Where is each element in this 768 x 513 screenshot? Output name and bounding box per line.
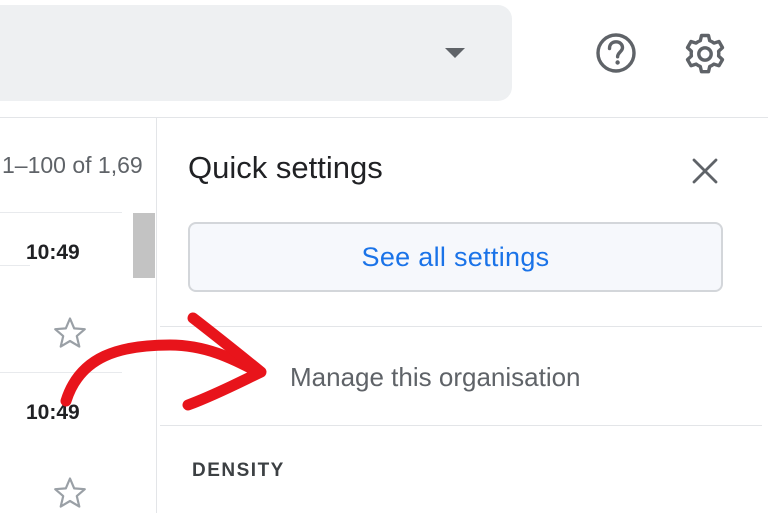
star-icon[interactable] <box>53 476 87 510</box>
star-icon[interactable] <box>53 316 87 350</box>
close-icon[interactable] <box>690 156 720 186</box>
gear-icon[interactable] <box>681 30 729 78</box>
row-divider <box>0 372 122 373</box>
gmail-quick-settings-screen: 1–100 of 1,69 10:49 10:49 Quick settings… <box>0 0 768 513</box>
panel-divider <box>156 118 157 513</box>
row-divider <box>0 212 122 213</box>
search-bar[interactable] <box>0 5 512 101</box>
scrollbar-thumb[interactable] <box>133 213 155 278</box>
caret-down-icon[interactable] <box>443 46 467 60</box>
quick-settings-title: Quick settings <box>188 150 383 185</box>
section-divider <box>160 326 762 327</box>
mail-row-time: 10:49 <box>26 241 80 264</box>
see-all-settings-button[interactable]: See all settings <box>188 222 723 292</box>
density-heading: DENSITY <box>192 460 285 481</box>
row-divider <box>0 265 30 266</box>
manage-organisation-link[interactable]: Manage this organisation <box>290 362 581 393</box>
help-circle-icon[interactable] <box>593 30 639 76</box>
see-all-settings-label: See all settings <box>361 241 550 272</box>
mail-row-time: 10:49 <box>26 401 80 424</box>
pagination-range: 1–100 of 1,69 <box>2 152 143 178</box>
section-divider <box>160 425 762 426</box>
